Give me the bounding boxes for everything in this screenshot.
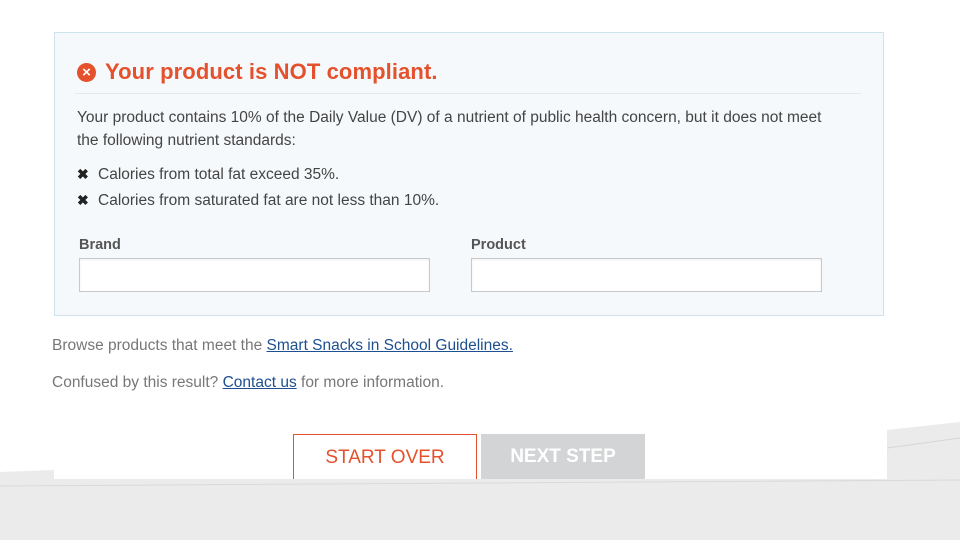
x-mark-icon: ✖ — [77, 166, 89, 182]
smart-snacks-link[interactable]: Smart Snacks in School Guidelines. — [267, 337, 513, 354]
footer-band — [0, 479, 960, 540]
confused-prefix: Confused by this result? — [52, 374, 223, 391]
result-header: × Your product is NOT compliant. — [77, 59, 438, 85]
contact-us-link[interactable]: Contact us — [223, 374, 297, 391]
result-panel: × Your product is NOT compliant. Your pr… — [54, 32, 884, 316]
confused-suffix: for more information. — [296, 374, 445, 391]
start-over-button[interactable]: START OVER — [293, 434, 477, 480]
issue-list: ✖ Calories from total fat exceed 35%. ✖ … — [77, 162, 439, 213]
error-circle-icon: × — [77, 62, 96, 82]
issue-text: Calories from saturated fat are not less… — [98, 191, 440, 209]
issue-item: ✖ Calories from total fat exceed 35%. — [77, 162, 439, 188]
issue-text: Calories from total fat exceed 35%. — [98, 166, 340, 183]
confused-text: Confused by this result? Contact us for … — [52, 374, 444, 392]
product-label: Product — [471, 237, 526, 253]
brand-input[interactable] — [79, 258, 430, 292]
product-input[interactable] — [471, 258, 822, 292]
result-description: Your product contains 10% of the Daily V… — [77, 109, 822, 149]
browse-prefix: Browse products that meet the — [52, 337, 267, 354]
browse-text: Browse products that meet the Smart Snac… — [52, 337, 513, 355]
divider — [75, 93, 861, 94]
result-title: Your product is NOT compliant. — [105, 59, 438, 84]
x-mark-icon: ✖ — [77, 191, 89, 208]
issue-item: ✖ Calories from saturated fat are not le… — [77, 188, 439, 214]
brand-label: Brand — [79, 237, 121, 253]
next-step-button[interactable]: NEXT STEP — [481, 434, 645, 480]
